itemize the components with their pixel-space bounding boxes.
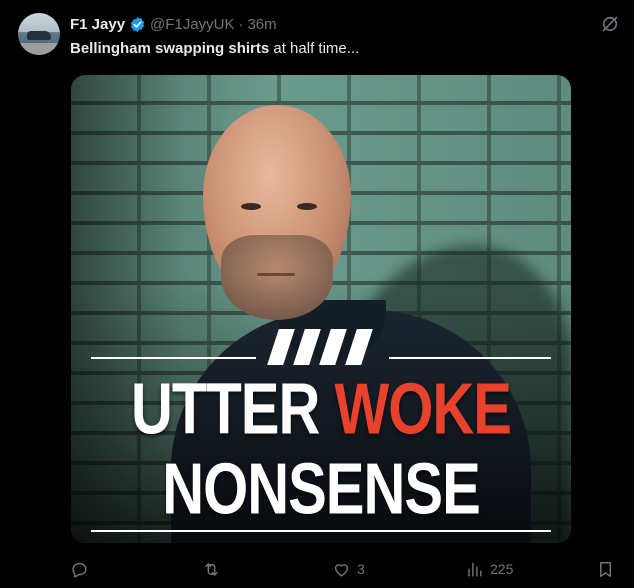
reply-button[interactable] [70, 557, 95, 581]
retweet-icon [205, 562, 218, 576]
views-count: 225 [490, 561, 514, 577]
quote-mark [293, 329, 321, 365]
quote-marks [267, 329, 383, 365]
reply-icon [72, 562, 87, 578]
tweet-header: F1 Jayy @F1JayyUK · 36m [70, 13, 277, 35]
bookmark-button[interactable] [596, 557, 615, 581]
avatar-road [18, 43, 60, 55]
views-button[interactable]: 225 [465, 557, 513, 581]
retweet-button[interactable] [202, 557, 227, 581]
headline-rule-left [91, 357, 256, 359]
heart-icon [334, 563, 349, 577]
headline-rule-right [389, 357, 551, 359]
display-name[interactable]: F1 Jayy [70, 16, 125, 33]
grok-icon[interactable] [600, 14, 620, 34]
like-button[interactable]: 3 [332, 557, 365, 581]
headline-rule-bottom [91, 530, 551, 532]
headline-word-utter: UTTER [131, 368, 320, 450]
timestamp[interactable]: 36m [247, 16, 276, 33]
tweet-actions: 3 225 [70, 557, 618, 581]
tweet-text-bold: Bellingham swapping shirts [70, 40, 270, 57]
avatar[interactable] [18, 13, 60, 55]
right-eye [297, 203, 317, 210]
quote-mark [319, 329, 347, 365]
left-eye [241, 203, 261, 210]
avatar-car [27, 31, 51, 40]
headline-line-2: NONSENSE [162, 448, 481, 530]
like-count: 3 [357, 561, 365, 577]
bookmark-icon [600, 561, 611, 577]
separator: · [238, 15, 244, 33]
tweet-text-rest: at half time... [269, 40, 360, 57]
handle[interactable]: @F1JayyUK [150, 16, 234, 33]
views-icon [468, 561, 482, 577]
tweet-text: Bellingham swapping shirts at half time.… [70, 40, 359, 57]
headline-line-1: UTTER WOKE [71, 367, 571, 451]
headline-word-woke: WOKE [334, 368, 512, 450]
verified-badge-icon [130, 16, 145, 32]
quote-mark [345, 329, 373, 365]
tweet-image[interactable]: UTTER WOKE NONSENSE [71, 75, 571, 543]
